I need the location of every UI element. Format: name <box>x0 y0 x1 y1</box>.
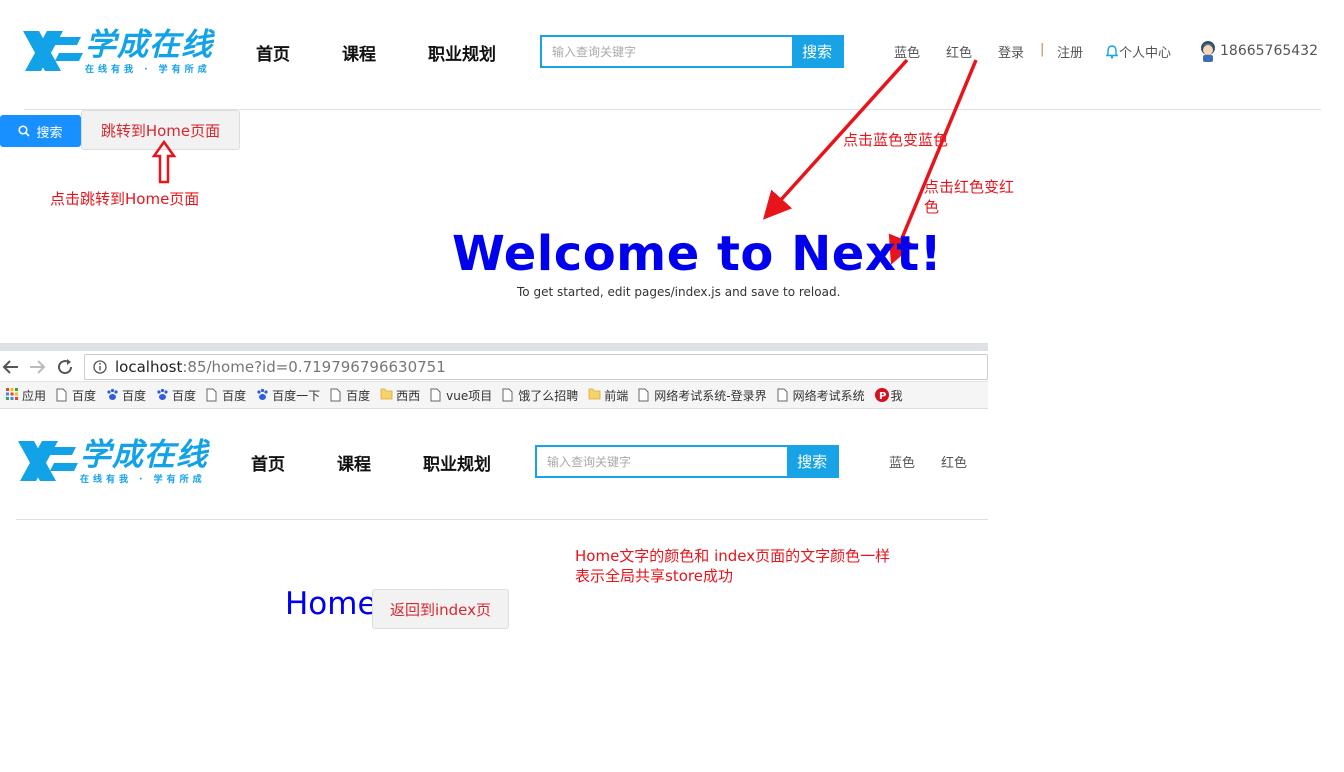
logo-x-icon <box>18 441 78 481</box>
shared-store-note: Home文字的颜色和 index页面的文字颜色一样 表示全局共享store成功 <box>575 546 890 586</box>
bookmark-item[interactable]: 应用 <box>6 387 46 404</box>
bookmark-item[interactable]: 前端 <box>588 387 628 404</box>
home-blue-color-link[interactable]: 蓝色 <box>889 452 915 471</box>
home-title: Home <box>285 586 377 622</box>
logo-title: 学成在线 <box>80 437 208 473</box>
bookmark-item[interactable]: 百度一下 <box>256 387 320 404</box>
home-nav-home[interactable]: 首页 <box>251 450 285 475</box>
bookmark-label: 我 <box>890 388 903 403</box>
shared-note-line1: Home文字的颜色和 index页面的文字颜色一样 <box>575 547 891 565</box>
svg-text:P: P <box>879 391 886 402</box>
welcome-subtitle: To get started, edit pages/index.js and … <box>517 285 841 299</box>
bookmark-item[interactable]: P我 <box>874 387 903 404</box>
bookmarks-bar: 应用 百度 百度 百度 百度 百度一下 百度 西西 vue项目 饿了么招聘 前端 网络考试系统-登录界… <box>0 382 988 409</box>
baidu-paw-icon <box>106 388 118 402</box>
bookmark-label: vue项目 <box>446 388 493 403</box>
bookmark-label: 百度 <box>346 388 371 403</box>
home-search-box: 搜索 <box>535 445 839 478</box>
back-to-index-button[interactable]: 返回到index页 <box>372 589 509 629</box>
welcome-title: Welcome to Next! <box>452 226 943 282</box>
home-nav-career[interactable]: 职业规划 <box>423 450 491 475</box>
bookmark-label: 西西 <box>396 388 421 403</box>
address-url: localhost:85/home?id=0.719796796630751 <box>115 358 446 376</box>
bookmark-label: 网络考试系统 <box>792 388 865 403</box>
bookmark-item[interactable]: 饿了么招聘 <box>502 387 578 404</box>
page-icon <box>330 388 342 402</box>
home-nav-courses[interactable]: 课程 <box>337 450 371 475</box>
bookmark-label: 百度 <box>222 388 247 403</box>
home-search-button[interactable]: 搜索 <box>787 447 837 476</box>
bookmark-item[interactable]: 网络考试系统 <box>777 387 865 404</box>
page-icon <box>502 388 514 402</box>
bookmark-item[interactable]: 百度 <box>56 387 96 404</box>
baidu-paw-icon <box>156 388 168 402</box>
bookmark-item[interactable]: 百度 <box>156 387 196 404</box>
red-note-line2: 色 <box>924 198 940 216</box>
bookmark-label: 百度 <box>72 388 97 403</box>
red-p-icon: P <box>874 388 889 402</box>
page-icon <box>638 388 650 402</box>
browser-tab-strip <box>0 343 988 351</box>
folder-icon <box>380 388 393 402</box>
back-arrow-icon[interactable] <box>2 358 20 376</box>
home-logo[interactable]: 学成在线 在线有我 · 学有所成 <box>16 439 208 485</box>
url-host: localhost <box>115 358 183 376</box>
shared-note-line2: 表示全局共享store成功 <box>575 567 733 585</box>
bookmark-item[interactable]: 百度 <box>106 387 146 404</box>
logo-slogan: 在线有我 · 学有所成 <box>80 475 206 485</box>
bookmark-label: 百度 <box>172 388 197 403</box>
apps-grid-icon <box>6 388 18 402</box>
page-icon <box>430 388 442 402</box>
baidu-paw-icon <box>256 388 268 402</box>
forward-arrow-icon[interactable] <box>28 358 46 376</box>
home-red-color-link[interactable]: 红色 <box>941 452 967 471</box>
home-search-input[interactable] <box>537 447 788 476</box>
bookmark-item[interactable]: vue项目 <box>430 387 492 404</box>
reload-icon[interactable] <box>56 358 74 376</box>
bookmark-label: 前端 <box>604 388 629 403</box>
folder-icon <box>588 388 601 402</box>
red-note-line1: 点击红色变红 <box>924 178 1015 196</box>
bookmark-label: 饿了么招聘 <box>518 388 579 403</box>
page-icon <box>777 388 789 402</box>
bookmark-label: 网络考试系统-登录界 <box>654 388 767 403</box>
bookmark-item[interactable]: 百度 <box>330 387 370 404</box>
red-note: 点击红色变红 色 <box>924 177 1014 217</box>
blue-note: 点击蓝色变蓝色 <box>843 131 949 149</box>
url-path: :85/home?id=0.719796796630751 <box>182 358 446 376</box>
bookmark-item[interactable]: 百度 <box>206 387 246 404</box>
bookmark-label: 应用 <box>22 388 47 403</box>
bookmark-item[interactable]: 网络考试系统-登录界 <box>638 387 767 404</box>
home-header-divider <box>16 519 988 520</box>
address-bar[interactable]: localhost:85/home?id=0.719796796630751 <box>84 354 988 380</box>
page-icon <box>56 388 68 402</box>
bookmark-item[interactable]: 西西 <box>380 387 420 404</box>
bookmark-label: 百度 <box>122 388 147 403</box>
page-icon <box>206 388 218 402</box>
bookmark-label: 百度一下 <box>272 388 321 403</box>
info-icon <box>93 360 107 374</box>
